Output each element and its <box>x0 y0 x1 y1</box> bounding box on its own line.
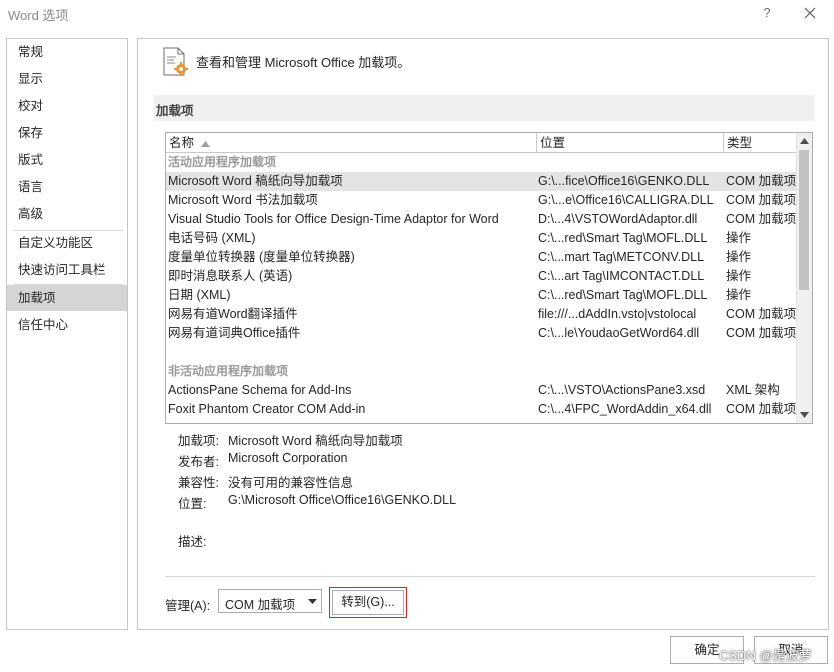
addin-location: C:\...\VSTO\ActionsPane3.xsd <box>538 383 706 397</box>
addin-type: COM 加载项 <box>726 174 797 188</box>
addin-type: 操作 <box>726 288 752 302</box>
options-nav: 常规 显示 校对 保存 版式 语言 高级 自定义功能区 快速访问工具栏 加载项 … <box>6 38 128 630</box>
nav-item-display[interactable]: 显示 <box>7 66 127 92</box>
column-header-type[interactable]: 类型 <box>724 133 798 153</box>
go-button-label: 转到(G)... <box>332 590 404 615</box>
addin-location: G:\...fice\Office16\GENKO.DLL <box>538 174 710 188</box>
addin-type: COM 加载项 <box>726 402 797 416</box>
addin-name: 电话号码 (XML) <box>168 231 256 245</box>
addin-name: 网易有道词典Office插件 <box>168 326 301 340</box>
addin-name: ActionsPane Schema for Add-Ins <box>168 383 352 397</box>
addins-panel: 查看和管理 Microsoft Office 加载项。 加载项 名称 位置 类型… <box>137 38 829 630</box>
title-bar: Word 选项 ? <box>0 0 834 28</box>
addin-row[interactable]: 即时消息联系人 (英语) C:\...art Tag\IMCONTACT.DLL… <box>166 267 798 286</box>
section-header: 加载项 <box>154 95 814 121</box>
nav-item-trust-center[interactable]: 信任中心 <box>7 312 127 338</box>
addin-type: 操作 <box>726 231 752 245</box>
scroll-down-button[interactable] <box>797 407 812 423</box>
addin-name: Foxit Phantom Creator COM Add-in <box>168 402 366 416</box>
addin-location: C:\...red\Smart Tag\MOFL.DLL <box>538 231 708 245</box>
detail-compat-value: 没有可用的兼容性信息 <box>228 476 354 490</box>
addin-type: COM 加载项 <box>726 307 797 321</box>
addin-row[interactable]: 度量单位转换器 (度量单位转换器) C:\...mart Tag\METCONV… <box>166 248 798 267</box>
nav-item-proofing[interactable]: 校对 <box>7 93 127 119</box>
nav-item-quick-access-toolbar[interactable]: 快速访问工具栏 <box>7 257 127 283</box>
nav-item-general[interactable]: 常规 <box>7 39 127 65</box>
addin-row[interactable]: Microsoft Word 稿纸向导加载项 G:\...fice\Office… <box>166 172 798 191</box>
addin-location: C:\...4\FPC_WordAddin_x64.dll <box>538 402 712 416</box>
scroll-down-icon <box>800 412 809 418</box>
addin-type: COM 加载项 <box>726 326 797 340</box>
watermark: CSDN @是波萝 <box>719 648 812 663</box>
addins-list[interactable]: 名称 位置 类型 活动应用程序加载项 Microsoft Word 稿纸向导加载… <box>165 132 813 424</box>
addin-location: G:\...e\Office16\CALLIGRA.DLL <box>538 193 714 207</box>
nav-item-addins[interactable]: 加载项 <box>7 285 127 311</box>
column-header-location[interactable]: 位置 <box>537 133 724 153</box>
detail-addin-label: 加载项: <box>178 434 219 448</box>
addin-location: C:\...art Tag\IMCONTACT.DLL <box>538 269 705 283</box>
detail-location-value: G:\Microsoft Office\Office16\GENKO.DLL <box>228 493 457 507</box>
detail-addin-value: Microsoft Word 稿纸向导加载项 <box>228 434 403 448</box>
addin-row[interactable]: Microsoft Word 书法加载项 G:\...e\Office16\CA… <box>166 191 798 210</box>
addin-type: 操作 <box>726 269 752 283</box>
addin-location: C:\...mart Tag\METCONV.DLL <box>538 250 705 264</box>
scroll-up-button[interactable] <box>797 133 812 149</box>
sort-ascending-icon <box>200 141 210 147</box>
manage-label: 管理(A): <box>165 599 211 613</box>
addin-name: 即时消息联系人 (英语) <box>168 269 293 283</box>
addin-row[interactable]: Visual Studio Tools for Office Design-Ti… <box>166 210 798 229</box>
group-active-addins: 活动应用程序加载项 <box>168 155 277 169</box>
nav-item-layout[interactable]: 版式 <box>7 147 127 173</box>
addin-type: COM 加载项 <box>726 193 797 207</box>
divider <box>165 576 815 577</box>
addin-location: C:\...red\Smart Tag\MOFL.DLL <box>538 288 708 302</box>
detail-location-label: 位置: <box>178 497 207 511</box>
addin-row[interactable]: ActionsPane Schema for Add-Ins C:\...\VS… <box>166 381 798 400</box>
addin-type: 操作 <box>726 250 752 264</box>
nav-item-customize-ribbon[interactable]: 自定义功能区 <box>7 230 127 256</box>
chevron-down-icon <box>308 599 317 604</box>
addin-type: XML 架构 <box>726 383 780 397</box>
addin-name: Visual Studio Tools for Office Design-Ti… <box>168 212 499 226</box>
addin-row[interactable]: 网易有道词典Office插件 C:\...le\YoudaoGetWord64.… <box>166 324 798 343</box>
addin-row[interactable]: 网易有道Word翻译插件 file:///...dAddIn.vsto|vsto… <box>166 305 798 324</box>
close-button[interactable] <box>797 2 823 24</box>
addin-location: D:\...4\VSTOWordAdaptor.dll <box>538 212 698 226</box>
addin-location: C:\...le\YoudaoGetWord64.dll <box>538 326 700 340</box>
addin-location: file:///...dAddIn.vsto|vstolocal <box>538 307 697 321</box>
column-name-label: 名称 <box>169 136 195 150</box>
detail-publisher-label: 发布者: <box>178 455 219 469</box>
go-button[interactable]: 转到(G)... <box>329 587 407 618</box>
addin-row[interactable]: 电话号码 (XML) C:\...red\Smart Tag\MOFL.DLL … <box>166 229 798 248</box>
detail-compat-label: 兼容性: <box>178 476 219 490</box>
addin-name: Microsoft Word 书法加载项 <box>168 193 318 207</box>
addins-gear-icon <box>163 47 188 76</box>
group-inactive-addins: 非活动应用程序加载项 <box>168 364 289 378</box>
help-button[interactable]: ? <box>756 2 778 24</box>
list-scrollbar[interactable] <box>796 133 812 423</box>
addin-type: COM 加载项 <box>726 212 797 226</box>
nav-item-language[interactable]: 语言 <box>7 174 127 200</box>
addin-name: 度量单位转换器 (度量单位转换器) <box>168 250 355 264</box>
scroll-up-icon <box>800 138 809 144</box>
page-header: 查看和管理 Microsoft Office 加载项。 <box>196 55 411 70</box>
addin-name: 日期 (XML) <box>168 288 231 302</box>
manage-select[interactable]: COM 加载项 <box>218 589 322 613</box>
section-title: 加载项 <box>156 104 194 118</box>
column-header-name[interactable]: 名称 <box>166 133 537 153</box>
manage-select-value: COM 加载项 <box>225 598 296 612</box>
window-title: Word 选项 <box>8 8 69 23</box>
addin-name: Microsoft Word 稿纸向导加载项 <box>168 174 343 188</box>
addin-row[interactable]: Foxit Phantom Creator COM Add-in C:\...4… <box>166 400 798 419</box>
detail-description-label: 描述: <box>178 535 207 549</box>
nav-item-save[interactable]: 保存 <box>7 120 127 146</box>
addin-name: 网易有道Word翻译插件 <box>168 307 298 321</box>
nav-item-advanced[interactable]: 高级 <box>7 201 127 227</box>
close-icon <box>804 7 816 19</box>
addin-row[interactable]: 日期 (XML) C:\...red\Smart Tag\MOFL.DLL 操作 <box>166 286 798 305</box>
scroll-thumb[interactable] <box>799 150 809 290</box>
detail-publisher-value: Microsoft Corporation <box>228 451 348 465</box>
